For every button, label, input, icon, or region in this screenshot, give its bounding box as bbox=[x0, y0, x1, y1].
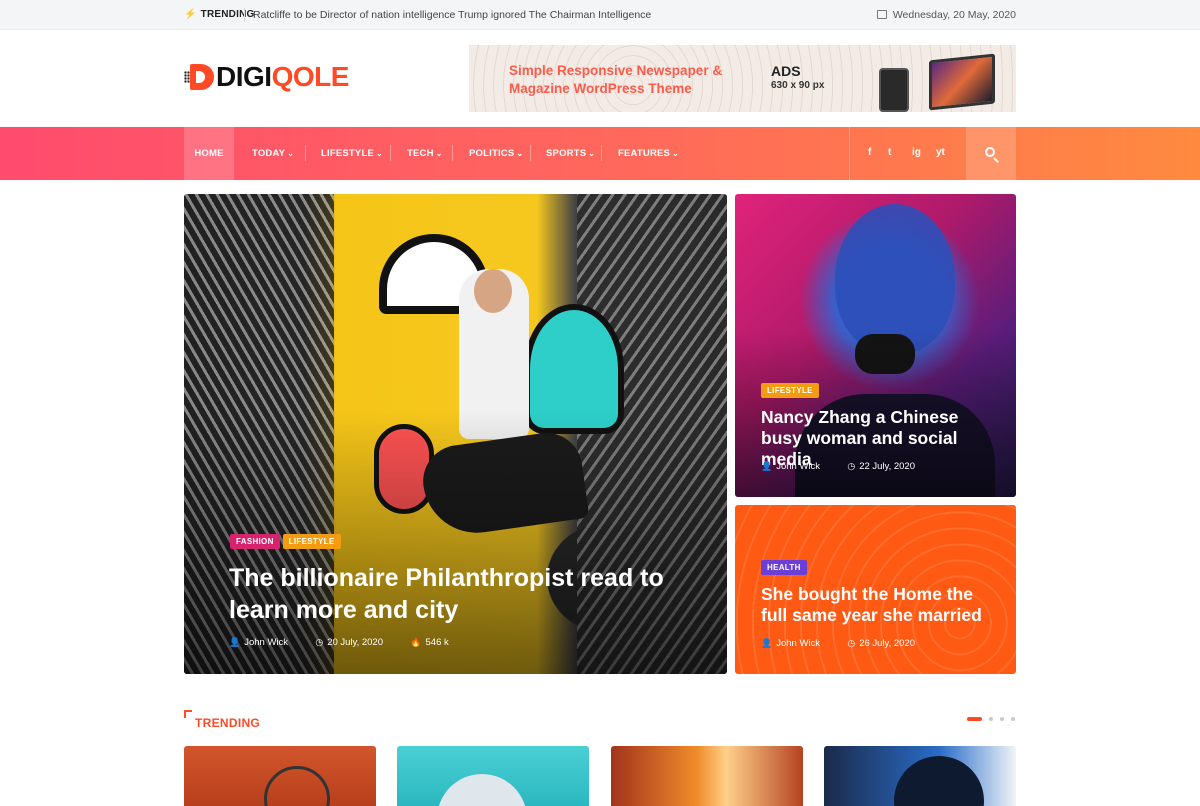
featured-article-main[interactable]: FASHION LIFESTYLE The billionaire Philant… bbox=[184, 194, 727, 674]
category-badge-fashion[interactable]: FASHION bbox=[230, 534, 280, 549]
section-title-trending: TRENDING bbox=[184, 710, 260, 730]
article-meta: 👤 John Wick ◷ 26 July, 2020 bbox=[761, 638, 915, 649]
ad-title: ADS bbox=[771, 63, 801, 79]
nav-item-home[interactable]: HOME bbox=[184, 127, 234, 180]
instagram-icon[interactable]: ig bbox=[912, 147, 921, 158]
carousel-dot-active[interactable] bbox=[967, 717, 982, 721]
chevron-down-icon: ⌄ bbox=[376, 149, 383, 158]
chevron-down-icon: ⌄ bbox=[588, 149, 596, 158]
chevron-down-icon: ⌄ bbox=[672, 149, 679, 158]
featured-article-side-2[interactable]: HEALTH She bought the Home the full same… bbox=[735, 505, 1016, 674]
author-link[interactable]: John Wick bbox=[776, 638, 820, 649]
category-badge-lifestyle[interactable]: LIFESTYLE bbox=[761, 383, 819, 398]
search-button[interactable] bbox=[966, 127, 1016, 180]
category-badges: FASHION LIFESTYLE bbox=[230, 531, 344, 549]
site-logo[interactable]: DIGIQOLE bbox=[184, 62, 349, 92]
nav-item-lifestyle[interactable]: LIFESTYLE ⌄ bbox=[321, 127, 383, 180]
nav-item-politics[interactable]: POLITICS ⌄ bbox=[469, 127, 523, 180]
laptop-image bbox=[929, 53, 995, 111]
trending-thumbnail[interactable] bbox=[611, 746, 803, 806]
twitter-icon[interactable]: t bbox=[888, 147, 891, 158]
ad-tagline: Simple Responsive Newspaper & Magazine W… bbox=[509, 63, 723, 96]
top-bar: ⚡ TRENDING Ratcliffe to be Director of na… bbox=[0, 0, 1200, 30]
featured-article-side-1[interactable]: LIFESTYLE Nancy Zhang a Chinese busy wom… bbox=[735, 194, 1016, 497]
corner-accent-icon bbox=[184, 710, 192, 718]
search-icon bbox=[985, 147, 995, 157]
carousel-dot[interactable] bbox=[1011, 717, 1015, 721]
fire-icon: 🔥 bbox=[410, 637, 422, 647]
author-link[interactable]: John Wick bbox=[244, 637, 288, 648]
article-title[interactable]: The billionaire Philanthropist read to l… bbox=[229, 562, 669, 626]
bolt-icon: ⚡ bbox=[184, 9, 197, 20]
nav-item-tech[interactable]: TECH ⌄ bbox=[407, 127, 443, 180]
calendar-icon bbox=[876, 10, 887, 19]
article-date: 20 July, 2020 bbox=[327, 637, 383, 648]
trending-thumbnail[interactable] bbox=[824, 746, 1016, 806]
category-badge-health[interactable]: HEALTH bbox=[761, 560, 807, 575]
carousel-dot[interactable] bbox=[1000, 717, 1004, 721]
article-date: 22 July, 2020 bbox=[859, 461, 915, 472]
social-links: f t ig yt bbox=[849, 127, 966, 180]
trending-ticker-link[interactable]: Ratcliffe to be Director of nation intel… bbox=[253, 9, 651, 21]
nav-item-sports[interactable]: SPORTS ⌄ bbox=[546, 127, 595, 180]
author-link[interactable]: John Wick bbox=[776, 461, 820, 472]
chevron-down-icon: ⌄ bbox=[435, 149, 443, 158]
view-count: 546 k bbox=[425, 637, 449, 648]
article-meta: 👤 John Wick ◷ 20 July, 2020 🔥 546 k bbox=[229, 637, 449, 648]
article-date: 26 July, 2020 bbox=[859, 638, 915, 649]
divider bbox=[244, 8, 245, 22]
logo-mark-icon bbox=[184, 63, 214, 91]
article-meta: 👤 John Wick ◷ 22 July, 2020 bbox=[761, 461, 915, 472]
youtube-icon[interactable]: yt bbox=[936, 147, 945, 158]
chevron-down-icon: ⌄ bbox=[287, 149, 295, 158]
chevron-down-icon: ⌄ bbox=[516, 149, 524, 158]
current-date: Wednesday, 20 May, 2020 bbox=[876, 9, 1016, 21]
clock-icon: ◷ bbox=[847, 461, 856, 471]
nav-item-features[interactable]: FEATURES ⌄ bbox=[618, 127, 679, 180]
user-icon: 👤 bbox=[761, 638, 773, 648]
user-icon: 👤 bbox=[761, 461, 773, 471]
carousel-dot[interactable] bbox=[989, 717, 993, 721]
facebook-icon[interactable]: f bbox=[868, 147, 871, 158]
logo-text: DIGIQOLE bbox=[216, 61, 349, 92]
trending-thumbnail[interactable] bbox=[184, 746, 376, 806]
trending-thumbnail[interactable] bbox=[397, 746, 589, 806]
phone-image bbox=[879, 68, 909, 112]
nav-item-today[interactable]: TODAY ⌄ bbox=[252, 127, 294, 180]
article-title[interactable]: She bought the Home the full same year s… bbox=[761, 584, 1001, 626]
user-icon: 👤 bbox=[229, 637, 241, 647]
ad-size: 630 x 90 px bbox=[771, 80, 825, 91]
category-badge-lifestyle[interactable]: LIFESTYLE bbox=[282, 534, 341, 549]
clock-icon: ◷ bbox=[315, 637, 324, 647]
main-navigation: HOME TODAY ⌄ LIFESTYLE ⌄ TECH ⌄ POLITICS ⌄ S… bbox=[0, 127, 1200, 180]
ad-banner[interactable]: Simple Responsive Newspaper & Magazine W… bbox=[469, 45, 1016, 112]
clock-icon: ◷ bbox=[847, 638, 856, 648]
